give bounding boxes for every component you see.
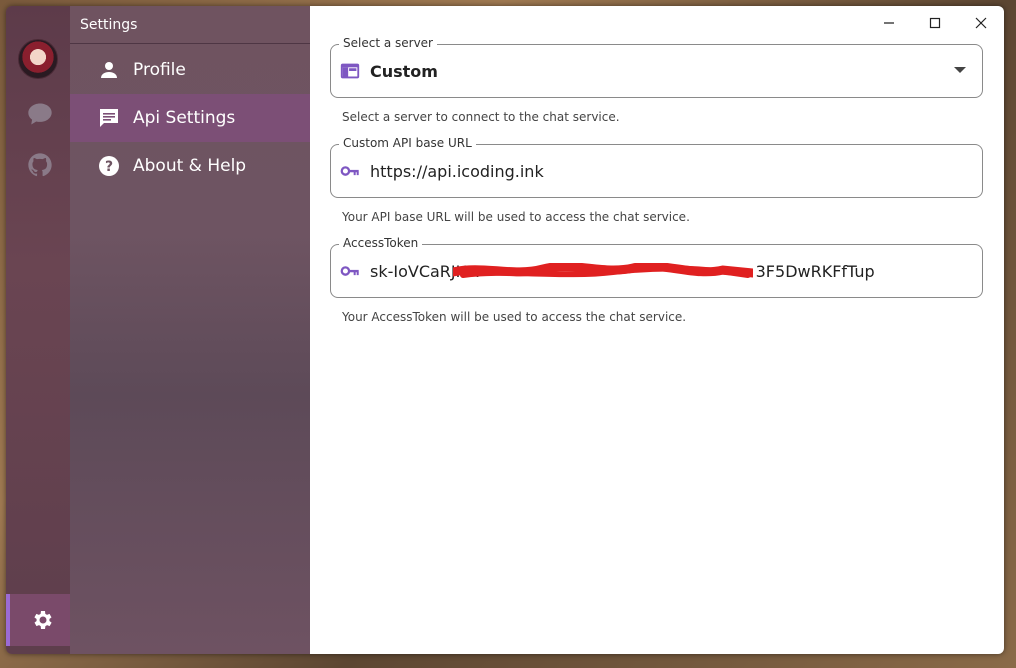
nav-item-profile[interactable]: Profile [70, 46, 310, 94]
access-token-suffix: 3F5DwRKFfTup [755, 262, 875, 281]
server-select-value: Custom [370, 62, 438, 81]
access-token-helper-text: Your AccessToken will be used to access … [342, 310, 687, 324]
key-icon [339, 260, 361, 282]
redaction-scribble [453, 263, 753, 278]
icon-rail [6, 6, 70, 654]
base-url-input[interactable]: https://api.icoding.ink [370, 162, 544, 181]
user-avatar[interactable] [18, 39, 58, 79]
help-icon: ? [97, 154, 121, 178]
close-button[interactable] [958, 10, 1004, 36]
gear-icon [34, 611, 52, 629]
dropdown-arrow-icon[interactable] [954, 67, 966, 73]
rail-settings-button[interactable] [6, 594, 70, 646]
server-select[interactable]: Select a server Custom [330, 36, 983, 98]
maximize-button[interactable] [912, 10, 958, 36]
server-select-label: Select a server [339, 36, 437, 50]
access-token-field[interactable]: AccessToken sk-IoVCaRJHA 3F5DwRKFfTup [330, 236, 983, 298]
minimize-icon [884, 22, 894, 24]
github-icon[interactable] [26, 151, 54, 179]
nav-item-about-help[interactable]: ? About & Help [70, 142, 310, 190]
settings-nav: Settings Profile Api Settings ? About & … [70, 6, 310, 654]
nav-item-label: Profile [133, 60, 186, 80]
svg-text:?: ? [105, 159, 113, 175]
app-window: Settings Profile Api Settings ? About & … [6, 6, 1004, 654]
web-icon [339, 60, 361, 82]
nav-item-label: About & Help [133, 156, 247, 176]
nav-item-label: Api Settings [133, 108, 236, 128]
person-icon [97, 58, 121, 82]
message-icon [97, 106, 121, 130]
nav-item-api-settings[interactable]: Api Settings [70, 94, 310, 142]
nav-divider [70, 43, 310, 44]
minimize-button[interactable] [866, 10, 912, 36]
access-token-label: AccessToken [339, 236, 423, 250]
base-url-helper-text: Your API base URL will be used to access… [342, 210, 690, 224]
api-settings-panel: Select a server Custom Select a server t… [310, 6, 1004, 654]
maximize-icon [929, 17, 941, 29]
server-helper-text: Select a server to connect to the chat s… [342, 110, 620, 124]
close-icon [975, 17, 987, 29]
base-url-label: Custom API base URL [339, 136, 476, 150]
base-url-field[interactable]: Custom API base URL https://api.icoding.… [330, 136, 983, 198]
nav-title: Settings [80, 17, 138, 33]
key-icon [339, 160, 361, 182]
chat-icon[interactable] [26, 100, 54, 128]
